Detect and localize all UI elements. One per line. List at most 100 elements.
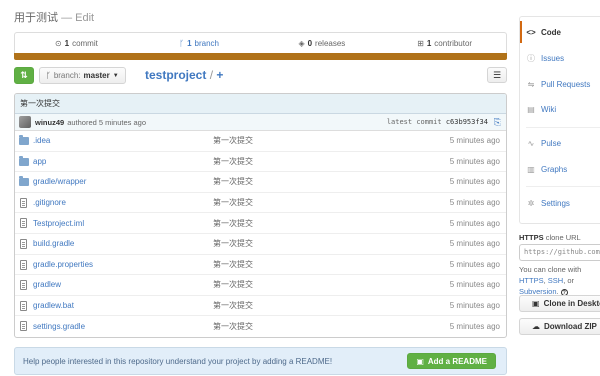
releases-label: releases <box>315 38 346 48</box>
contributors-link[interactable]: ⊞ 1 contributor <box>383 33 506 53</box>
readme-prompt: Help people interested in this repositor… <box>14 347 507 375</box>
edit-description-link[interactable]: — Edit <box>61 12 94 24</box>
pulse-icon: ∿ <box>527 138 535 148</box>
file-icon <box>19 280 27 291</box>
clone-url-input[interactable]: https://github.com/ <box>519 244 600 261</box>
description-text: 用于测试 <box>14 12 58 24</box>
compare-icon: ⇅ <box>20 70 28 80</box>
repo-description: 用于测试 — Edit <box>14 9 94 25</box>
table-row: .idea 第一次提交 5 minutes ago <box>15 131 506 152</box>
nav-item-label: Settings <box>541 198 570 208</box>
releases-count: 0 <box>307 38 313 48</box>
file-name-link[interactable]: gradle/wrapper <box>33 177 86 186</box>
organization-icon: ⊞ <box>417 38 424 48</box>
clone-in-desktop-button[interactable]: ▣ Clone in Desktop <box>519 295 600 312</box>
file-name-link[interactable]: .gitignore <box>33 198 66 207</box>
nav-item-pull-requests[interactable]: ⇋ Pull Requests <box>520 73 600 95</box>
latest-commit-label: latest commit <box>386 118 442 126</box>
commit-message-link[interactable]: 第一次提交 <box>213 176 253 187</box>
table-row: gradle.properties 第一次提交 5 minutes ago <box>15 255 506 276</box>
breadcrumb-separator: / <box>209 68 214 82</box>
commit-message-link[interactable]: 第一次提交 <box>213 218 253 229</box>
avatar[interactable] <box>19 116 31 128</box>
clone-help-or: , or <box>563 276 575 285</box>
repo-root-link[interactable]: testproject <box>145 68 206 82</box>
table-row: settings.gradle 第一次提交 5 minutes ago <box>15 316 506 337</box>
table-row: Testproject.iml 第一次提交 5 minutes ago <box>15 213 506 234</box>
nav-item-graphs[interactable]: ▥ Graphs <box>520 158 600 180</box>
download-zip-button[interactable]: ☁ Download ZIP <box>519 318 600 335</box>
clone-protocol: HTTPS <box>519 233 544 242</box>
folder-icon <box>19 176 29 187</box>
commit-message-link[interactable]: 第一次提交 <box>213 156 253 167</box>
commit-message-link[interactable]: 第一次提交 <box>213 300 253 311</box>
list-view-button[interactable]: ☰ <box>487 67 507 83</box>
breadcrumb: testproject / + <box>145 67 223 84</box>
commit-message-link[interactable]: 第一次提交 <box>213 321 253 332</box>
table-row: app 第一次提交 5 minutes ago <box>15 152 506 173</box>
file-name-link[interactable]: .idea <box>33 136 50 145</box>
nav-item-label: Graphs <box>541 164 568 174</box>
nav-divider <box>526 127 600 128</box>
file-name-link[interactable]: gradlew <box>33 280 61 289</box>
nav-item-settings[interactable]: ✲ Settings <box>520 192 600 214</box>
nav-item-wiki[interactable]: ▤ Wiki <box>520 98 600 120</box>
commit-message-link[interactable]: 第一次提交 <box>20 98 60 109</box>
graph-icon: ▥ <box>527 164 535 174</box>
file-name-link[interactable]: gradle.properties <box>33 260 93 269</box>
commit-message-link[interactable]: 第一次提交 <box>213 238 253 249</box>
commit-sha-link[interactable]: c63b953f34 <box>446 118 488 126</box>
branches-count: 1 <box>187 38 192 48</box>
commit-message-link[interactable]: 第一次提交 <box>213 197 253 208</box>
file-age: 5 minutes ago <box>449 198 500 208</box>
commit-message-link[interactable]: 第一次提交 <box>213 279 253 290</box>
commit-author-link[interactable]: winuz49 <box>35 118 64 127</box>
add-readme-button[interactable]: ▣ Add a README <box>407 353 496 369</box>
clone-url-label: HTTPS clone URL <box>519 233 581 242</box>
commit-message-link[interactable]: 第一次提交 <box>213 259 253 270</box>
file-name-link[interactable]: app <box>33 157 46 166</box>
file-age: 5 minutes ago <box>449 239 500 249</box>
file-age: 5 minutes ago <box>449 156 500 166</box>
branch-icon: ᚴ <box>46 71 51 80</box>
branches-link[interactable]: ᚴ 1 branch <box>138 33 261 53</box>
file-age: 5 minutes ago <box>449 218 500 228</box>
file-age: 5 minutes ago <box>449 259 500 269</box>
commits-link[interactable]: ⊙ 1 commit <box>15 33 138 53</box>
clippy-icon[interactable]: ⎘ <box>494 117 501 128</box>
file-name-link[interactable]: gradlew.bat <box>33 301 74 310</box>
add-readme-label: Add a README <box>427 356 487 366</box>
book-icon: ▣ <box>416 356 424 366</box>
commit-meta: winuz49 authored 5 minutes ago latest co… <box>15 114 506 131</box>
file-icon <box>19 218 27 229</box>
file-icon <box>19 259 27 271</box>
file-navigation: ⇅ ᚴ branch: master ▼ testproject / + ☰ <box>14 67 507 85</box>
new-file-link[interactable]: + <box>216 68 223 82</box>
file-name-link[interactable]: Testproject.iml <box>33 219 84 228</box>
repo-summary: ⊙ 1 commit ᚴ 1 branch ◈ 0 releases ⊞ 1 c… <box>14 32 507 53</box>
repo-nav: <> Code ⓘ Issues ⇋ Pull Requests ▤ Wiki … <box>519 16 600 224</box>
latest-commit: latest commit c63b953f34 <box>387 118 488 126</box>
cloud-download-icon: ☁ <box>532 322 540 331</box>
file-name-link[interactable]: settings.gradle <box>33 322 85 331</box>
file-icon <box>19 321 27 332</box>
nav-item-issues[interactable]: ⓘ Issues <box>520 47 600 69</box>
releases-link[interactable]: ◈ 0 releases <box>261 33 384 53</box>
branch-select-button[interactable]: ᚴ branch: master ▼ <box>39 67 126 84</box>
commit-message-link[interactable]: 第一次提交 <box>213 135 253 146</box>
table-row: gradle/wrapper 第一次提交 5 minutes ago <box>15 172 506 193</box>
commits-label: commit <box>72 38 98 48</box>
branch-icon: ᚴ <box>179 38 185 48</box>
clone-https-link[interactable]: HTTPS <box>519 276 544 285</box>
file-name-link[interactable]: build.gradle <box>33 239 74 248</box>
compare-branches-button[interactable]: ⇅ <box>14 67 34 84</box>
file-rows: .idea 第一次提交 5 minutes ago app 第一次提交 5 minutes… <box>15 131 506 337</box>
clone-help-text: You can clone with <box>519 265 582 274</box>
clone-ssh-link[interactable]: SSH <box>548 276 563 285</box>
nav-item-pulse[interactable]: ∿ Pulse <box>520 132 600 154</box>
wiki-icon: ▤ <box>527 104 535 114</box>
language-bar[interactable] <box>14 53 507 60</box>
nav-item-code[interactable]: <> Code <box>520 21 600 43</box>
nav-item-label: Wiki <box>541 104 557 114</box>
table-row: build.gradle 第一次提交 5 minutes ago <box>15 234 506 255</box>
